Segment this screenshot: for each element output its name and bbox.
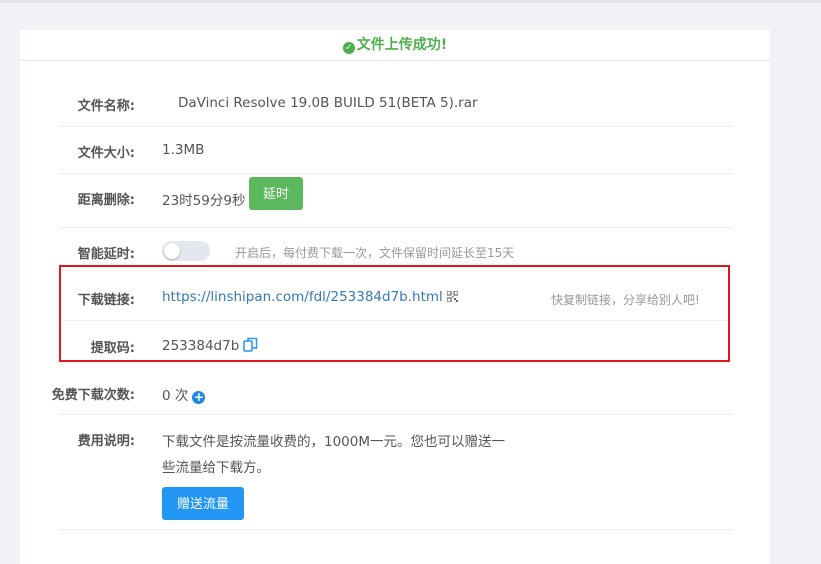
free-downloads-row: 免费下载次数: 0 次 + xyxy=(52,368,732,415)
fee-info-line1: 下载文件是按流量收费的，1000M一元。您也可以赠送一 xyxy=(162,434,506,450)
check-circle-icon: ✓ xyxy=(342,42,355,54)
file-size-label: 文件大小: xyxy=(77,146,135,161)
gift-traffic-button[interactable]: 赠送流量 xyxy=(162,487,244,520)
file-name-label: 文件名称: xyxy=(77,99,135,114)
delete-countdown-row: 距离删除: 23时59分9秒 延时 xyxy=(60,174,732,228)
highlight-box xyxy=(59,265,730,362)
delete-countdown-value: 23时59分9秒 xyxy=(162,193,246,209)
fee-info-line2: 些流量给下载方。 xyxy=(162,460,270,476)
file-name-value: DaVinci Resolve 19.0B BUILD 51(BETA 5).r… xyxy=(178,95,478,111)
free-downloads-value: 0 次 xyxy=(162,388,189,404)
fee-info-row: 费用说明: 下载文件是按流量收费的，1000M一元。您也可以赠送一 些流量给下载… xyxy=(60,415,732,530)
add-circle-icon[interactable]: + xyxy=(192,391,206,404)
file-name-row: 文件名称: DaVinci Resolve 19.0B BUILD 51(BET… xyxy=(60,80,732,127)
smart-delay-label: 智能延时: xyxy=(77,247,135,262)
success-header: ✓ 文件上传成功! xyxy=(20,30,770,61)
free-downloads-label: 免费下载次数: xyxy=(51,388,135,403)
smart-delay-toggle[interactable] xyxy=(162,241,210,261)
success-text: 文件上传成功! xyxy=(356,37,448,53)
file-size-value: 1.3MB xyxy=(162,142,205,158)
delete-countdown-label: 距离删除: xyxy=(77,193,135,208)
free-downloads-wrap: 0 次 + xyxy=(162,384,206,404)
top-border xyxy=(0,0,821,3)
toggle-knob xyxy=(164,243,180,259)
smart-delay-hint: 开启后，每付费下载一次，文件保留时间延长至15天 xyxy=(235,246,515,260)
fee-info-label: 费用说明: xyxy=(77,434,135,449)
file-size-row: 文件大小: 1.3MB xyxy=(60,127,732,174)
extend-time-button[interactable]: 延时 xyxy=(249,177,303,210)
